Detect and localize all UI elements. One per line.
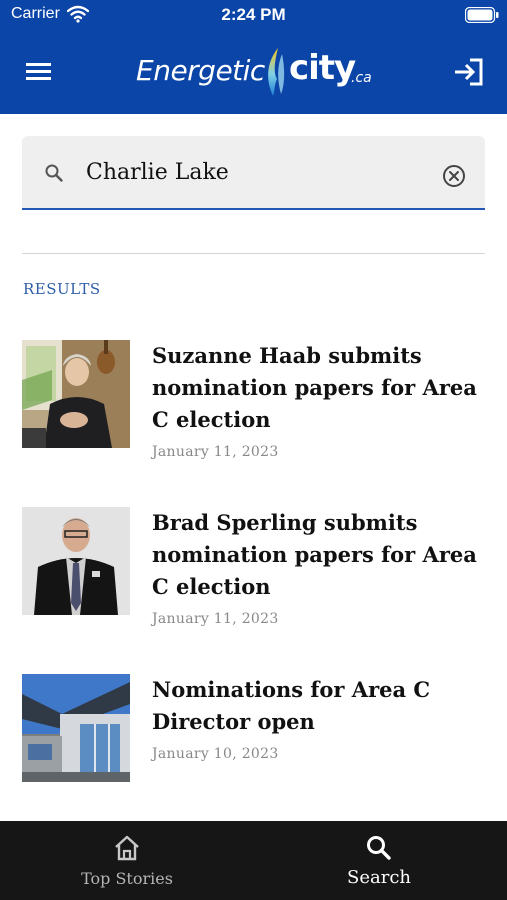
result-title[interactable]: Nominations for Area C Director open — [152, 674, 487, 738]
article-thumbnail — [22, 340, 130, 448]
result-date: January 10, 2023 — [152, 746, 279, 762]
result-item[interactable]: Brad Sperling submits nomination papers … — [22, 507, 487, 632]
result-title[interactable]: Brad Sperling submits nomination papers … — [152, 507, 487, 603]
tab-label: Search — [347, 867, 411, 888]
logo-tld: .ca — [351, 70, 372, 86]
login-icon — [455, 58, 483, 86]
bottom-tab-bar: Top Stories Search — [0, 821, 507, 900]
home-icon — [115, 835, 139, 861]
article-thumbnail — [22, 507, 130, 615]
result-item[interactable]: Suzanne Haab submits nomination papers f… — [22, 340, 487, 465]
logo-word: Energetic — [136, 54, 265, 87]
result-date: January 11, 2023 — [152, 444, 279, 460]
flame-logo-icon — [268, 48, 285, 96]
divider — [22, 253, 485, 254]
clear-circle-icon[interactable] — [442, 164, 466, 188]
article-thumbnail — [22, 674, 130, 782]
search-icon — [367, 836, 391, 860]
login-button[interactable] — [450, 55, 488, 89]
battery-icon — [465, 7, 499, 23]
result-title[interactable]: Suzanne Haab submits nomination papers f… — [152, 340, 487, 436]
results-heading: RESULTS — [23, 280, 101, 298]
search-field[interactable] — [22, 136, 485, 210]
energeticcity-logo: Energetic city .ca — [136, 44, 376, 100]
menu-button[interactable] — [20, 55, 58, 89]
search-input[interactable] — [86, 152, 426, 192]
result-item[interactable]: Nominations for Area C Director open Jan… — [22, 674, 487, 784]
tab-top-stories[interactable]: Top Stories — [37, 821, 217, 900]
app-header: Carrier 2:24 PM Energetic city .ca — [0, 0, 507, 114]
tab-search[interactable]: Search — [289, 821, 469, 900]
tab-label: Top Stories — [81, 869, 173, 888]
status-time: 2:24 PM — [221, 5, 286, 24]
hamburger-menu-icon — [26, 63, 51, 80]
logo-city: city — [289, 48, 356, 88]
search-icon — [45, 164, 63, 182]
status-bar: Carrier 2:24 PM — [0, 0, 507, 30]
result-date: January 11, 2023 — [152, 611, 279, 627]
